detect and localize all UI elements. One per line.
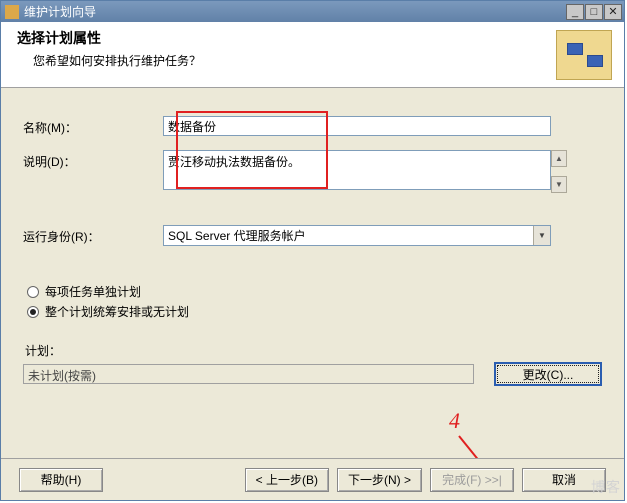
wizard-window: 维护计划向导 _ □ ✕ 选择计划属性 您希望如何安排执行维护任务？ 名称(M)… [0,0,625,501]
runas-label: 运行身份(R)： [23,226,163,245]
cancel-button[interactable]: 取消 [522,468,606,492]
radio-separate-schedule[interactable] [27,286,39,298]
change-schedule-button[interactable]: 更改(C)... [494,362,602,386]
maximize-button[interactable]: □ [585,4,603,20]
runas-select[interactable]: SQL Server 代理服务帐户 ▼ [163,225,551,246]
window-title: 维护计划向导 [24,3,565,20]
app-icon [5,5,19,19]
scroll-up-icon[interactable]: ▲ [551,150,567,167]
radio-separate-label: 每项任务单独计划 [45,282,141,302]
chevron-down-icon: ▼ [533,226,550,245]
wizard-logo-icon [556,30,612,80]
wizard-button-bar: 帮助(H) < 上一步(B) 下一步(N) > 完成(F) >>| 取消 [1,458,624,500]
plan-value-field: 未计划(按需) [23,364,474,384]
page-subtitle: 您希望如何安排执行维护任务？ [33,52,556,69]
page-title: 选择计划属性 [17,28,556,48]
description-input[interactable] [163,150,551,190]
radio-single-label: 整个计划统筹安排或无计划 [45,302,189,322]
plan-label: 计划： [25,342,602,359]
radio-single-schedule[interactable] [27,306,39,318]
titlebar: 维护计划向导 _ □ ✕ [1,1,624,22]
finish-button: 完成(F) >>| [430,468,514,492]
help-button[interactable]: 帮助(H) [19,468,103,492]
close-button[interactable]: ✕ [604,4,622,20]
wizard-body: 名称(M)： 说明(D)： ▲ ▼ 运行身份(R)： SQL Server 代理… [1,88,624,458]
wizard-header: 选择计划属性 您希望如何安排执行维护任务？ [1,22,624,88]
minimize-button[interactable]: _ [566,4,584,20]
next-button[interactable]: 下一步(N) > [337,468,422,492]
runas-value: SQL Server 代理服务帐户 [168,227,306,244]
scroll-down-icon[interactable]: ▼ [551,176,567,193]
back-button[interactable]: < 上一步(B) [245,468,329,492]
description-label: 说明(D)： [23,150,163,170]
annotation-marker: 4 [449,408,460,434]
name-label: 名称(M)： [23,116,163,136]
name-input[interactable] [163,116,551,136]
